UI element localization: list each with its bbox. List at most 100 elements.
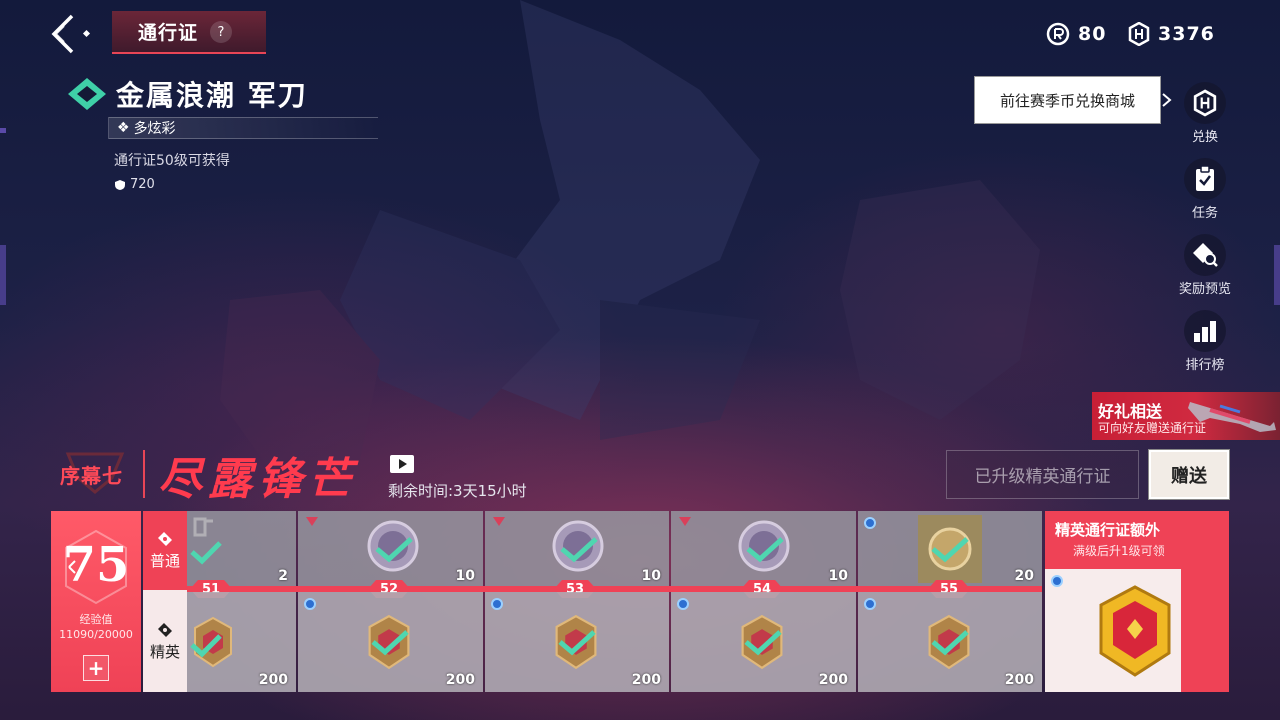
currency-corner-icon (491, 598, 503, 610)
currency-corner-icon (864, 598, 876, 610)
current-level: 75 (62, 537, 130, 593)
reward-tile-free-54[interactable]: 10 (671, 511, 856, 588)
radianite-corner-icon (493, 517, 505, 526)
currency-corner-icon (1051, 575, 1063, 587)
side-missions-label: 任务 (1191, 206, 1218, 221)
pass-level-panel: 75 经验值 11090/20000 + (51, 511, 141, 692)
reward-quantity: 20 (1014, 568, 1034, 584)
missions-icon (1184, 158, 1226, 200)
currency-corner-icon (864, 517, 876, 529)
claimed-check-icon (746, 537, 784, 563)
leaderboard-icon (1184, 310, 1226, 352)
reward-tile-premium-54[interactable]: 200 (671, 592, 856, 692)
reward-quantity: 10 (828, 568, 848, 584)
side-leaderboard-label: 排行榜 (1185, 358, 1225, 373)
page-title: 通行证 (138, 22, 199, 44)
currency-corner-icon (677, 598, 689, 610)
lane-free: 普通 (143, 511, 187, 590)
reward-quantity: 2 (278, 568, 288, 584)
claimed-check-icon (558, 630, 596, 656)
reward-quantity: 200 (818, 672, 848, 688)
act-divider (143, 450, 145, 498)
reward-quantity: 200 (445, 672, 475, 688)
extra-reward-image (1045, 569, 1181, 692)
chevron-right-icon (1162, 93, 1172, 107)
unlock-requirement: 通行证50级可获得 (114, 153, 230, 169)
extra-reward-subtitle: 满级后升1级可领 (1073, 544, 1165, 558)
side-reward-preview-button[interactable]: 奖励预览 (1172, 234, 1238, 297)
radianite-corner-icon (306, 517, 318, 526)
xp-value: 11090/20000 (59, 628, 133, 641)
buy-level-button[interactable]: + (83, 655, 109, 681)
side-missions-button[interactable]: 任务 (1180, 158, 1230, 221)
gift-pass-banner[interactable]: 好礼相送 可向好友赠送通行证 (1092, 392, 1280, 440)
claimed-check-icon (190, 541, 222, 565)
reward-quantity: 10 (641, 568, 661, 584)
claimed-check-icon (931, 630, 969, 656)
side-reward-preview-label: 奖励预览 (1178, 282, 1231, 297)
edge-decoration (1274, 245, 1280, 305)
upgraded-elite-pass-button: 已升级精英通行证 (946, 450, 1139, 499)
elite-extra-reward[interactable]: 精英通行证额外 满级后升1级可领 (1045, 511, 1229, 692)
tier-diamond-icon (68, 78, 106, 110)
lane-free-label: 普通 (149, 552, 180, 570)
video-play-icon[interactable] (390, 455, 414, 473)
reward-tile-premium-52[interactable]: 200 (298, 592, 483, 692)
side-leaderboard-button[interactable]: 排行榜 (1180, 310, 1230, 373)
kingdom-credit-counter: 3376 (1128, 22, 1215, 46)
side-exchange-label: 兑换 (1191, 130, 1218, 145)
points-display: 720 (114, 177, 155, 192)
send-gift-button[interactable]: 赠送 (1148, 449, 1230, 500)
currency-corner-icon (304, 598, 316, 610)
lane-premium-label: 精英 (149, 642, 180, 661)
page-title-tab: 通行证 ? (112, 11, 266, 54)
radianite-counter: 80 (1046, 22, 1106, 46)
shield-icon (115, 179, 125, 190)
reward-tile-free-52[interactable]: 10 (298, 511, 483, 588)
reward-tile-premium-55[interactable]: 200 (858, 592, 1042, 692)
claimed-check-icon (931, 537, 969, 563)
store-tooltip: 前往赛季币兑换商城 (974, 76, 1161, 124)
reward-tile-free-55[interactable]: 20 (858, 511, 1042, 588)
gift-banner-subtitle: 可向好友赠送通行证 (1098, 421, 1207, 435)
help-button[interactable]: ? (205, 15, 237, 48)
reward-quantity: 200 (1004, 672, 1034, 688)
radianite-value: 80 (1078, 23, 1107, 45)
claimed-check-icon (744, 630, 782, 656)
act-label: 序幕七 (60, 464, 123, 488)
points-value: 720 (130, 177, 155, 192)
claimed-check-icon (375, 537, 413, 563)
kingdom-credit-value: 3376 (1158, 23, 1215, 45)
reward-tile-premium-53[interactable]: 200 (485, 592, 669, 692)
extra-reward-title: 精英通行证额外 (1055, 521, 1161, 539)
reward-quantity: 200 (631, 672, 661, 688)
variant-tag: ❖ 多炫彩 (108, 117, 378, 139)
radianite-icon (1046, 22, 1070, 46)
item-name: 金属浪潮 军刀 (116, 79, 308, 112)
side-exchange-button[interactable]: 兑换 (1180, 82, 1230, 145)
gold-badge-icon (1099, 585, 1171, 677)
ticket-icon (158, 532, 172, 546)
ticket-icon (158, 622, 172, 637)
reward-tile-premium-51[interactable]: 200 (187, 592, 296, 692)
reward-tile-free-51[interactable]: 2 (187, 511, 296, 588)
lane-premium: 精英 (143, 590, 187, 692)
time-remaining: 剩余时间:3天15小时 (388, 482, 527, 500)
radianite-corner-icon (679, 517, 691, 526)
act-title: 尽露锋芒 (158, 454, 358, 505)
back-button[interactable] (46, 12, 96, 56)
xp-label: 经验值 (79, 613, 113, 626)
edge-decoration (0, 128, 6, 133)
reward-tile-free-53[interactable]: 10 (485, 511, 669, 588)
back-arrow-icon (51, 14, 91, 54)
variant-label: 多炫彩 (133, 121, 176, 137)
reward-quantity: 200 (258, 672, 288, 688)
kingdom-credit-icon (1128, 22, 1150, 46)
claimed-check-icon (560, 537, 598, 563)
claimed-check-icon (190, 634, 222, 658)
exchange-icon (1184, 82, 1226, 124)
variant-diamonds-icon: ❖ (117, 120, 130, 136)
reward-quantity: 10 (455, 568, 475, 584)
edge-decoration (0, 245, 6, 305)
claimed-check-icon (371, 630, 409, 656)
